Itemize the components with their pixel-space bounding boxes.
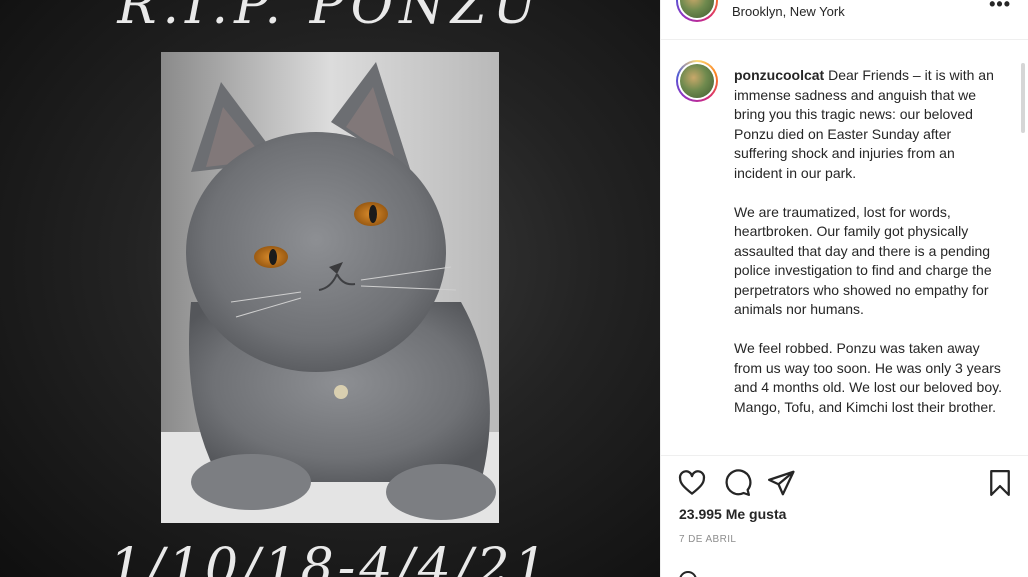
- cat-photo: [161, 52, 499, 523]
- post-date[interactable]: 7 DE ABRIL: [679, 534, 736, 545]
- comment-icon[interactable]: [722, 468, 752, 498]
- memorial-dates: 1/10/18-4/4/21: [109, 538, 551, 577]
- more-horizontal-icon[interactable]: •••: [989, 0, 1011, 15]
- location-link[interactable]: Brooklyn, New York: [732, 4, 845, 19]
- caption-paragraph: We are traumatized, lost for words, hear…: [734, 203, 992, 318]
- caption-paragraph: We feel robbed. Ponzu was taken away fro…: [734, 340, 1002, 415]
- memorial-title: R.I.P. PONZU: [117, 0, 543, 36]
- caption-username[interactable]: ponzucoolcat: [734, 67, 824, 83]
- caption: ponzucoolcat Dear Friends – it is with a…: [734, 66, 1004, 437]
- bookmark-icon[interactable]: [985, 468, 1015, 498]
- share-icon[interactable]: [766, 468, 796, 498]
- post-image[interactable]: R.I.P. PONZU 1/10/18-4/4/21: [0, 0, 660, 577]
- heart-icon[interactable]: [677, 468, 707, 498]
- post-sidebar: Brooklyn, New York ••• ponzucoolcat Dear…: [660, 0, 1028, 577]
- caption-scroll-area[interactable]: ponzucoolcat Dear Friends – it is with a…: [661, 41, 1028, 455]
- caption-paragraph: Dear Friends – it is with an immense sad…: [734, 67, 994, 181]
- scrollbar[interactable]: [1021, 63, 1025, 133]
- emoji-icon[interactable]: [679, 571, 697, 577]
- likes-count[interactable]: 23.995 Me gusta: [679, 506, 786, 522]
- avatar[interactable]: [676, 0, 718, 22]
- post-actions: 23.995 Me gusta 7 DE ABRIL: [661, 455, 1028, 577]
- post-header: Brooklyn, New York •••: [661, 0, 1028, 40]
- caption-avatar[interactable]: [676, 60, 718, 102]
